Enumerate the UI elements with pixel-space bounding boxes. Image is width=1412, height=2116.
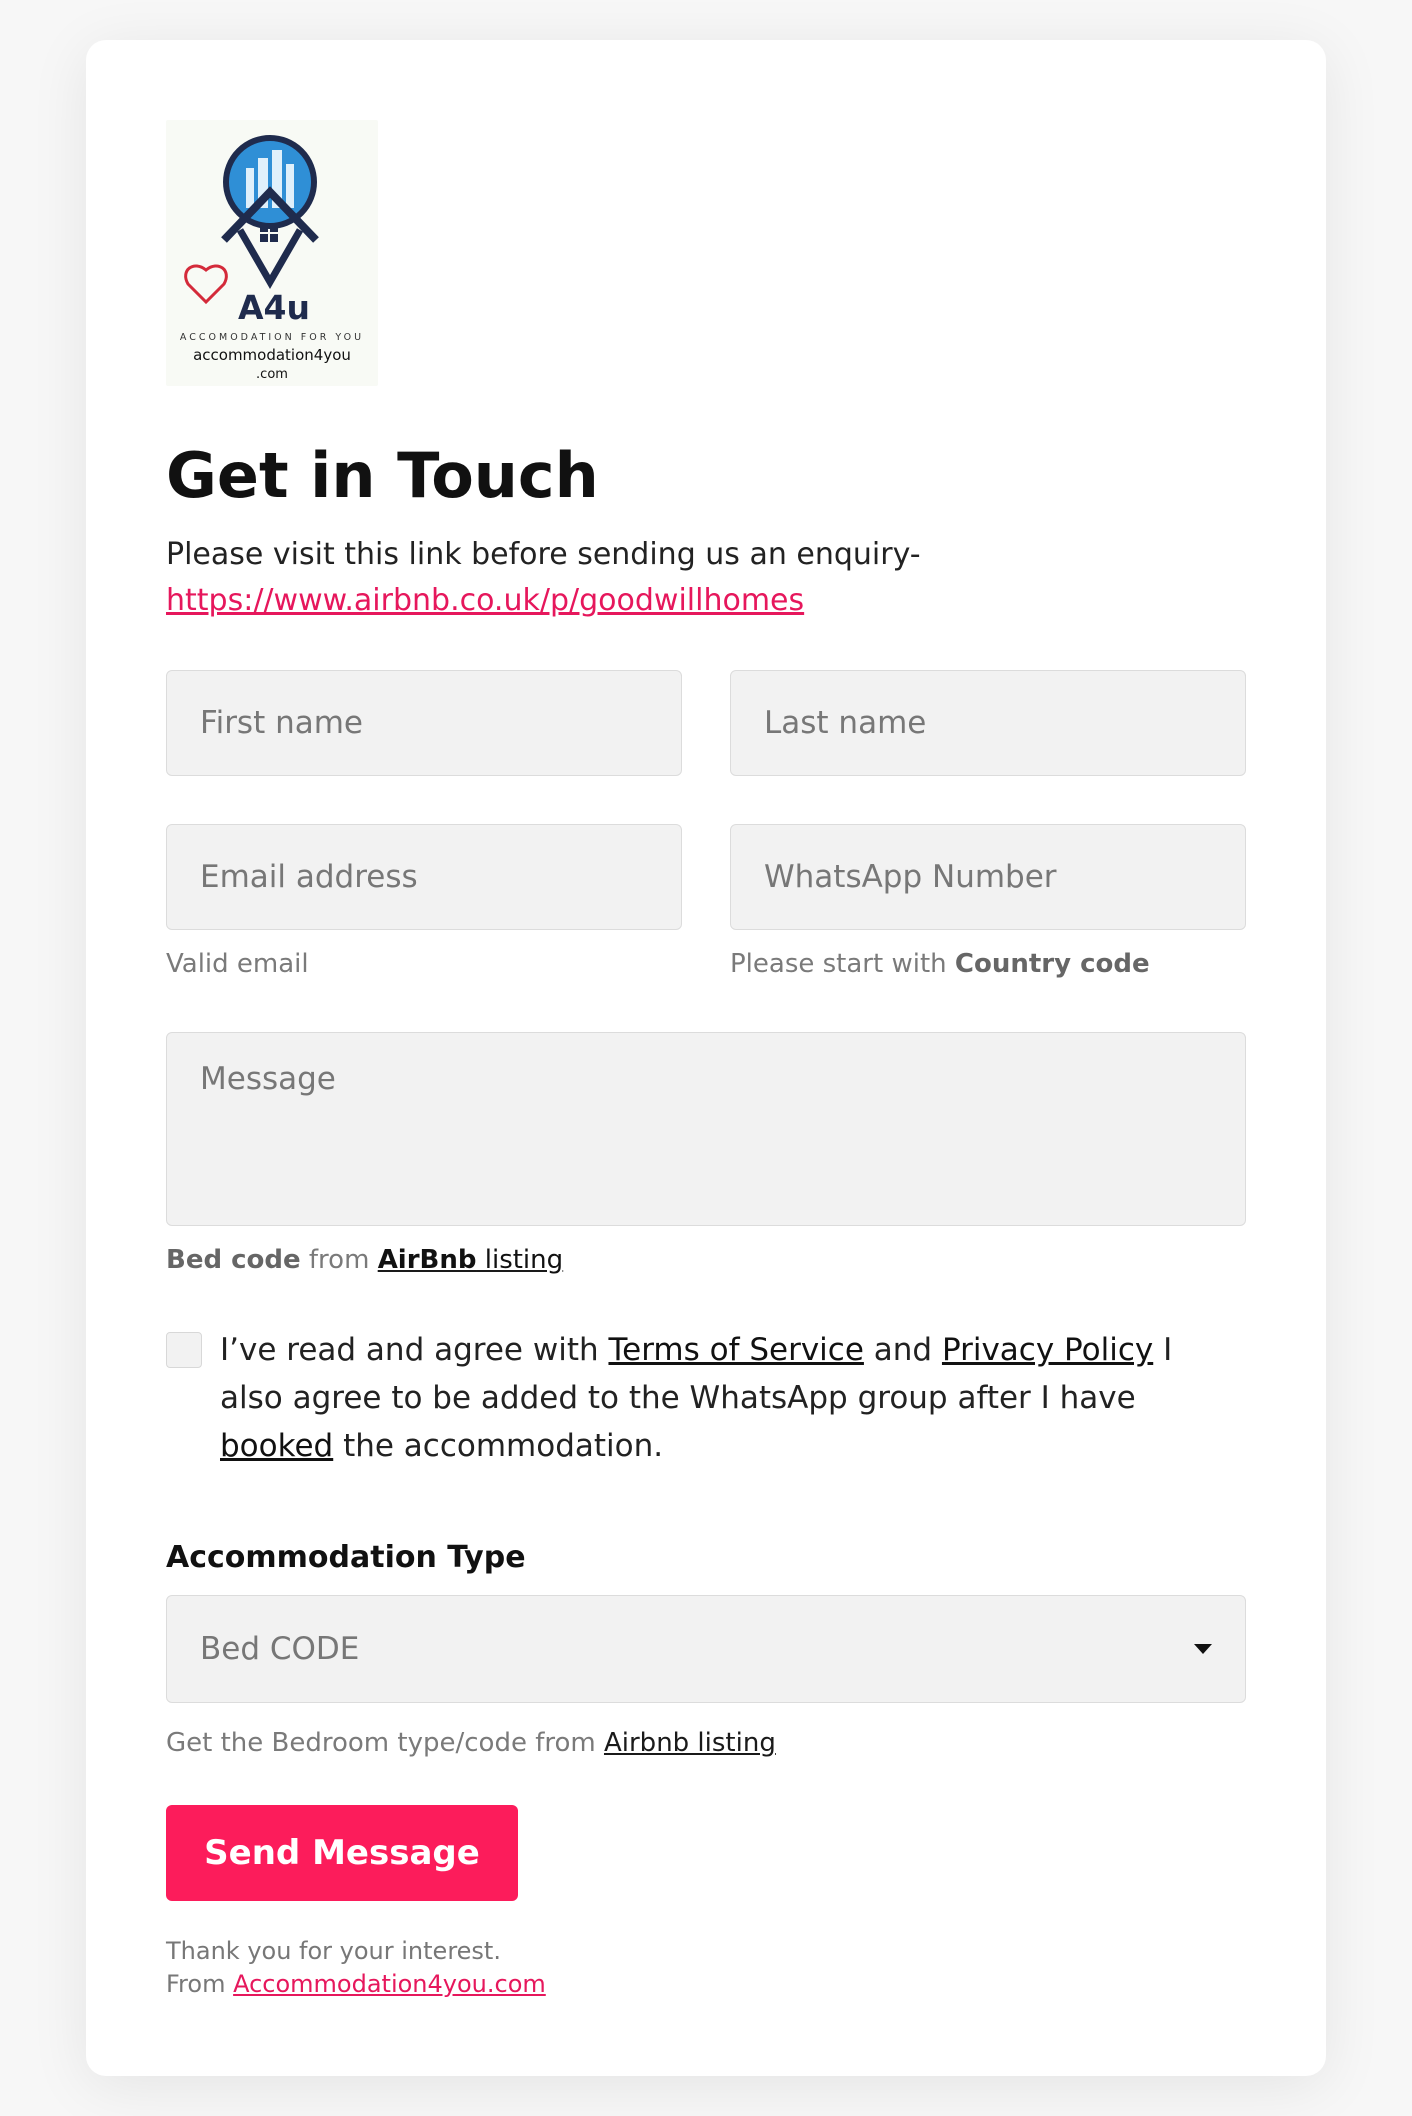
email-field-wrap: Email address Valid email	[166, 824, 682, 982]
footer-from-text: From	[166, 1970, 234, 1998]
accommodation-hint-text: Get the Bedroom type/code from	[166, 1728, 604, 1758]
privacy-link[interactable]: Privacy Policy	[942, 1332, 1153, 1368]
consent-and: and	[863, 1332, 942, 1368]
consent-checkbox[interactable]	[166, 1332, 202, 1368]
contact-row: Email address Valid email WhatsApp Numbe…	[166, 824, 1246, 982]
message-textarea[interactable]: Message	[166, 1032, 1246, 1226]
whatsapp-hint-text: Please start with	[730, 949, 955, 979]
footer-thanks: Thank you for your interest.	[166, 1937, 501, 1965]
send-message-button[interactable]: Send Message	[166, 1805, 518, 1901]
email-input[interactable]: Email address	[166, 824, 682, 930]
logo-brand: A4u	[238, 288, 310, 327]
booked-link[interactable]: booked	[220, 1428, 333, 1464]
logo-site-domain: .com	[256, 367, 288, 382]
message-field-wrap: Message Bed code from AirBnb listing	[166, 1032, 1246, 1278]
logo-site: accommodation4you	[193, 346, 351, 364]
airbnb-link[interactable]: https://www.airbnb.co.uk/p/goodwillhomes	[166, 583, 804, 618]
consent-part3: the accommodation.	[333, 1428, 664, 1464]
intro-text: Please visit this link before sending us…	[166, 532, 1246, 624]
accommodation-select[interactable]: Bed CODE	[166, 1595, 1246, 1703]
consent-text: I’ve read and agree with Terms of Servic…	[220, 1326, 1200, 1470]
whatsapp-field-wrap: WhatsApp Number Please start with Countr…	[730, 824, 1246, 982]
message-hint-mid: from	[300, 1245, 378, 1275]
first-name-input[interactable]: First name	[166, 670, 682, 776]
airbnb-listing-link-2[interactable]: Airbnb listing	[604, 1728, 776, 1758]
card-content: A4u ACCOMODATION FOR YOU accommodation4y…	[166, 120, 1246, 2001]
message-hint-bold: Bed code	[166, 1245, 301, 1275]
intro-message: Please visit this link before sending us…	[166, 537, 921, 572]
whatsapp-input[interactable]: WhatsApp Number	[730, 824, 1246, 930]
accommodation-selected-value: Bed CODE	[200, 1631, 360, 1667]
terms-link[interactable]: Terms of Service	[608, 1332, 863, 1368]
name-row: First name Last name	[166, 670, 1246, 776]
logo-tagline: ACCOMODATION FOR YOU	[179, 332, 365, 343]
footer-from: From Accommodation4you.com	[166, 1968, 1246, 2001]
consent-part1: I’ve read and agree with	[220, 1332, 609, 1368]
accommodation-label: Accommodation Type	[166, 1540, 526, 1575]
airbnb-link-bold: AirBnb	[377, 1245, 477, 1275]
first-name-field-wrap: First name	[166, 670, 682, 776]
email-hint: Valid email	[166, 949, 309, 979]
chevron-down-icon	[1194, 1644, 1212, 1654]
contact-card: A4u ACCOMODATION FOR YOU accommodation4y…	[86, 40, 1326, 2076]
message-hint: Bed code from AirBnb listing	[166, 1242, 1246, 1278]
last-name-field-wrap: Last name	[730, 670, 1246, 776]
last-name-input[interactable]: Last name	[730, 670, 1246, 776]
footer-site-link[interactable]: Accommodation4you.com	[233, 1970, 546, 1998]
footer-note: Thank you for your interest. From Accomm…	[166, 1935, 1246, 2001]
company-logo: A4u ACCOMODATION FOR YOU accommodation4y…	[166, 120, 378, 386]
accommodation-hint: Get the Bedroom type/code from Airbnb li…	[166, 1725, 1246, 1761]
whatsapp-hint: Please start with Country code	[730, 946, 1246, 982]
airbnb-link-rest: listing	[476, 1245, 564, 1275]
whatsapp-hint-bold: Country code	[954, 949, 1150, 979]
airbnb-listing-link[interactable]: AirBnb listing	[378, 1245, 563, 1275]
consent-row: I’ve read and agree with Terms of Servic…	[166, 1326, 1246, 1470]
page-title: Get in Touch	[166, 439, 599, 512]
